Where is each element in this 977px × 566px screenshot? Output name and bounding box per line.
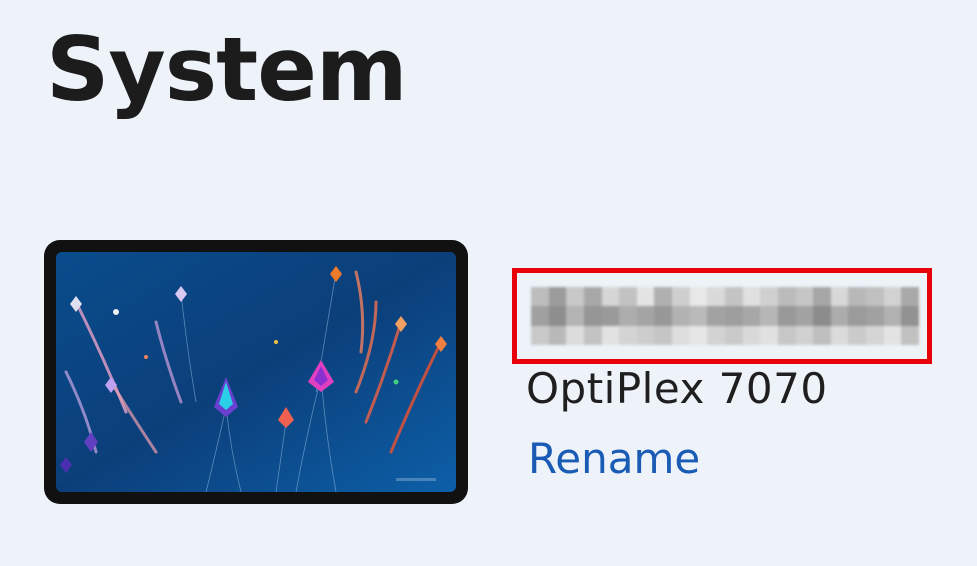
device-preview	[44, 240, 468, 504]
wallpaper-image	[56, 252, 456, 492]
rename-link[interactable]: Rename	[528, 434, 700, 483]
device-name-redacted	[512, 268, 932, 364]
redacted-device-name	[531, 287, 919, 345]
device-info: OptiPlex 7070 Rename	[512, 268, 932, 483]
page-title: System	[46, 18, 408, 121]
device-model: OptiPlex 7070	[526, 364, 828, 413]
